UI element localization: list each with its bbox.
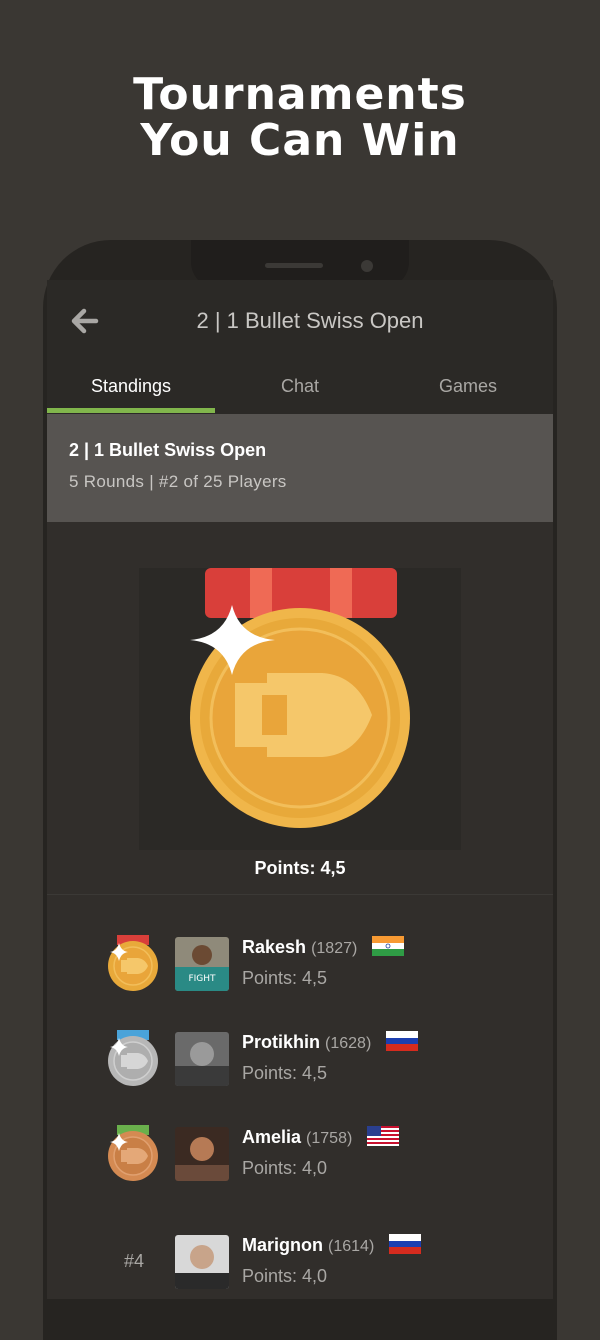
avatar — [175, 1127, 229, 1181]
promo-title-line2: You Can Win — [140, 115, 460, 166]
player-rating: (1614) — [328, 1238, 375, 1255]
usa-flag-icon — [367, 1126, 400, 1147]
india-flag-icon — [372, 936, 405, 957]
player-name: Amelia (1758) — [242, 1126, 400, 1148]
avatar — [175, 1235, 229, 1289]
player-rating: (1827) — [311, 940, 358, 957]
avatar: FIGHT — [175, 937, 229, 991]
my-points: Points: 4,5 — [254, 858, 346, 878]
player-name-text: Protikhin — [242, 1032, 321, 1052]
tab-standings[interactable]: Standings — [47, 360, 215, 414]
player-points: Points: 4,5 — [242, 1063, 328, 1083]
player-points: Points: 4,0 — [242, 1158, 328, 1178]
app-bar: 2 | 1 Bullet Swiss Open — [47, 280, 553, 360]
player-name-text: Rakesh — [242, 937, 307, 957]
avatar — [175, 1032, 229, 1086]
russia-flag-icon — [386, 1031, 419, 1052]
player-name-text: Amelia — [242, 1127, 302, 1147]
front-camera — [361, 260, 373, 272]
screen-title: 2 | 1 Bullet Swiss Open — [196, 308, 424, 333]
gold-medal-icon — [190, 568, 410, 828]
bronze-medal-icon — [108, 1125, 158, 1181]
player-name-text: Marignon — [242, 1235, 323, 1255]
app-screen: 2 | 1 Bullet Swiss Open Standings Chat G… — [47, 280, 553, 1299]
rank-number: #4 — [123, 1251, 145, 1271]
tournament-name: 2 | 1 Bullet Swiss Open — [69, 440, 267, 460]
promo-title: Tournaments You Can Win — [0, 72, 600, 164]
tournament-info-card: 2 | 1 Bullet Swiss Open 5 Rounds | #2 of… — [47, 414, 553, 522]
promo-title-line1: Tournaments — [133, 69, 467, 120]
standings-row[interactable]: Protikhin (1628) Points: 4,5 — [47, 1030, 553, 1100]
silver-medal-icon — [108, 1030, 158, 1086]
standings-row[interactable]: FIGHT Rakesh (1827) Points: 4,5 — [47, 935, 553, 1005]
speaker-grille — [265, 263, 323, 268]
active-tab-indicator — [47, 408, 215, 413]
player-name: Rakesh (1827) — [242, 936, 405, 958]
svg-text:FIGHT: FIGHT — [188, 974, 216, 984]
player-points: Points: 4,0 — [242, 1266, 328, 1286]
tab-chat[interactable]: Chat — [216, 360, 384, 414]
player-points: Points: 4,5 — [242, 968, 328, 988]
player-rating: (1628) — [325, 1035, 372, 1052]
player-rating: (1758) — [306, 1130, 353, 1147]
tab-bar: Standings Chat Games — [47, 360, 553, 414]
tournament-summary: 5 Rounds | #2 of 25 Players — [69, 472, 287, 491]
section-divider — [47, 894, 553, 895]
player-name: Marignon (1614) — [242, 1234, 422, 1256]
standings-row[interactable]: #4 Marignon (1614) Points: 4,0 — [47, 1233, 553, 1303]
player-name: Protikhin (1628) — [242, 1031, 419, 1053]
standings-row[interactable]: Amelia (1758) Points: 4,0 — [47, 1125, 553, 1195]
tab-games[interactable]: Games — [384, 360, 552, 414]
russia-flag-icon — [389, 1234, 422, 1255]
gold-medal-icon — [108, 935, 158, 991]
